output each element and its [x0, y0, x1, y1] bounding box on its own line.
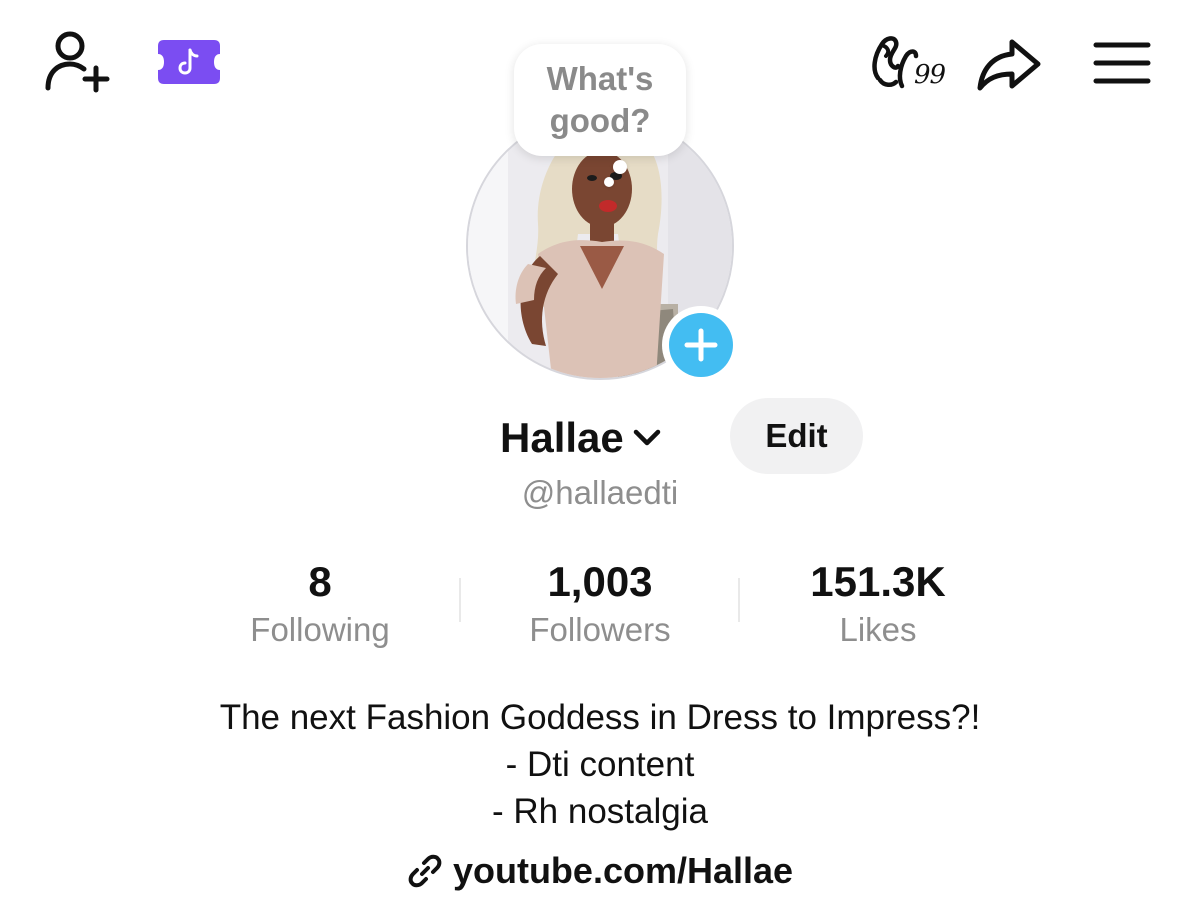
menu-button[interactable]	[1090, 38, 1154, 88]
note-text: What's good?	[546, 60, 654, 139]
person-plus-icon	[45, 31, 110, 93]
display-name: Hallae	[500, 414, 624, 461]
link-icon	[408, 854, 442, 888]
followers-label: Followers	[529, 611, 671, 648]
bio-line: - Rh nostalgia	[492, 792, 708, 831]
stat-likes[interactable]: 151.3K Likes	[758, 556, 998, 652]
account-switcher[interactable]: Hallae	[500, 410, 664, 466]
streak-count: 99	[914, 60, 946, 90]
share-button[interactable]	[972, 34, 1044, 94]
profile-link-text: youtube.com/Hallae	[452, 850, 794, 891]
username: @hallaedti	[521, 474, 679, 511]
streak-button[interactable]: 99	[868, 26, 954, 96]
edit-profile-button[interactable]: Edit	[730, 398, 863, 474]
likes-count: 151.3K	[810, 558, 946, 605]
hamburger-menu-icon	[1093, 42, 1151, 84]
promo-ticket-button[interactable]	[156, 38, 222, 86]
bio-line: The next Fashion Goddess in Dress to Imp…	[219, 698, 981, 737]
add-friend-button[interactable]	[40, 28, 114, 94]
following-label: Following	[250, 611, 390, 648]
following-count: 8	[308, 558, 332, 605]
stat-divider	[459, 578, 461, 622]
followers-count: 1,003	[547, 558, 653, 605]
note-bubble[interactable]: What's good?	[514, 44, 686, 156]
likes-label: Likes	[839, 611, 917, 648]
bio: The next Fashion Goddess in Dress to Imp…	[0, 694, 1200, 835]
share-arrow-icon	[977, 39, 1041, 91]
stat-followers[interactable]: 1,003 Followers	[480, 556, 720, 652]
profile-link[interactable]: youtube.com/Hallae	[0, 850, 1200, 892]
bio-line: - Dti content	[505, 745, 695, 784]
note-bubble-tail-dot	[604, 177, 614, 187]
tiktok-ticket-icon	[158, 40, 220, 84]
note-bubble-tail	[613, 160, 627, 174]
chevron-down-icon	[633, 429, 660, 446]
stat-following[interactable]: 8 Following	[200, 556, 440, 652]
stat-divider	[738, 578, 740, 622]
add-story-button[interactable]	[662, 306, 740, 384]
plus-icon	[684, 328, 718, 362]
plus-circle	[669, 313, 733, 377]
